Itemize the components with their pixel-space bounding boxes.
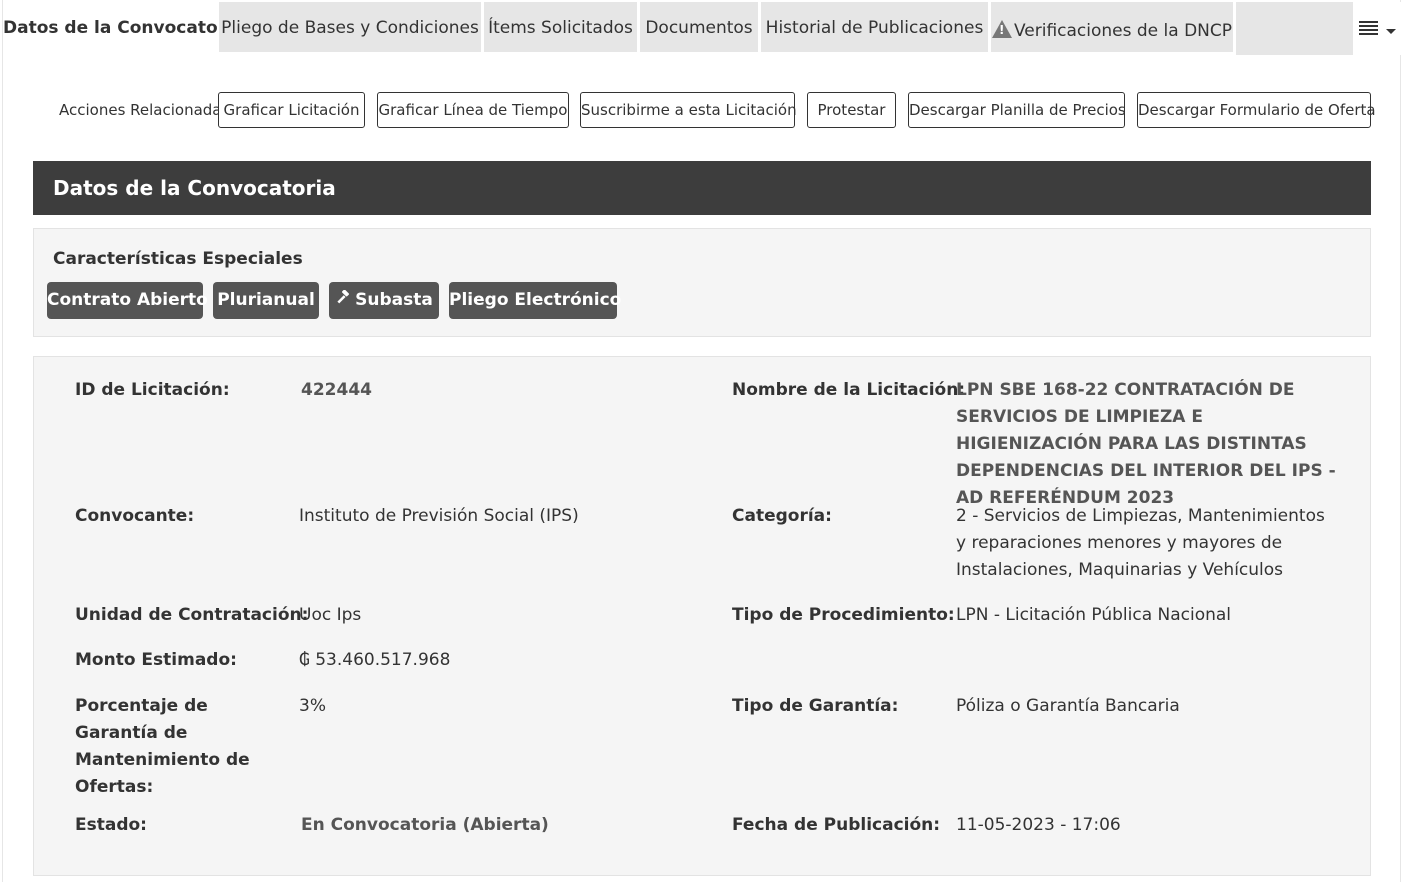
- caret-down-icon: [1386, 29, 1396, 34]
- convocante-value: Instituto de Previsión Social (IPS): [299, 506, 579, 526]
- convocante-label: Convocante:: [75, 506, 195, 526]
- categoria-label: Categoría:: [732, 506, 832, 526]
- tab-bar-fill: [1236, 2, 1353, 55]
- tab-pliego-bases[interactable]: Pliego de Bases y Condiciones: [219, 2, 481, 52]
- protestar-button[interactable]: Protestar: [807, 92, 896, 128]
- estado-label: Estado:: [75, 815, 147, 835]
- id-licitacion-label: ID de Licitación:: [75, 380, 230, 400]
- gavel-icon: [337, 290, 350, 304]
- tipo-procedimiento-value: LPN - Licitación Pública Nacional: [956, 605, 1232, 625]
- list-menu-icon: [1359, 21, 1378, 36]
- graficar-linea-tiempo-button[interactable]: Graficar Línea de Tiempo: [377, 92, 569, 128]
- badge-subasta: Subasta: [329, 282, 439, 319]
- unidad-contratacion-value: Uoc Ips: [299, 605, 362, 625]
- section-header: Datos de la Convocatoria: [33, 161, 1371, 215]
- badge-plurianual: Plurianual: [213, 282, 319, 319]
- list-menu-button[interactable]: [1353, 2, 1403, 55]
- graficar-licitacion-button[interactable]: Graficar Licitación: [218, 92, 365, 128]
- porcentaje-garantia-value: 3%: [299, 696, 326, 716]
- monto-estimado-label: Monto Estimado:: [75, 650, 237, 670]
- fecha-publicacion-value: 11-05-2023 - 17:06: [956, 815, 1121, 835]
- warning-icon: [991, 20, 1012, 38]
- tab-bar: Datos de la Convocatoria Pliego de Bases…: [3, 2, 1403, 55]
- badge-subasta-label: Subasta: [355, 290, 433, 310]
- fecha-publicacion-label: Fecha de Publicación:: [732, 815, 941, 835]
- descargar-formulario-oferta-button[interactable]: Descargar Formulario de Oferta: [1137, 92, 1376, 128]
- monto-estimado-value: ₲ 53.460.517.968: [299, 650, 451, 670]
- estado-value: En Convocatoria (Abierta): [301, 815, 549, 835]
- nombre-licitacion-label: Nombre de la Licitación:: [732, 380, 966, 400]
- tipo-procedimiento-label: Tipo de Procedimiento:: [732, 605, 955, 625]
- tab-documentos[interactable]: Documentos: [640, 2, 758, 52]
- porcentaje-garantia-label: Porcentaje de Garantía de Mantenimiento …: [75, 696, 250, 797]
- section-title: Datos de la Convocatoria: [53, 176, 336, 200]
- tab-verificaciones-label: Verificaciones de la DNCP: [1013, 21, 1233, 41]
- acciones-relacionadas-label: Acciones Relacionadas:: [59, 101, 235, 119]
- badge-contrato-abierto: Contrato Abierto: [47, 282, 208, 319]
- nombre-licitacion-value: LPN SBE 168-22 CONTRATACIÓN DE SERVICIOS…: [956, 380, 1336, 508]
- id-licitacion-value: 422444: [301, 380, 372, 400]
- badge-pliego-electronico: Pliego Electrónico: [449, 282, 621, 319]
- categoria-value: 2 - Servicios de Limpiezas, Mantenimient…: [956, 506, 1325, 580]
- tab-datos-convocatoria[interactable]: Datos de la Convocatoria: [3, 2, 243, 55]
- unidad-contratacion-label: Unidad de Contratación:: [75, 605, 309, 625]
- tab-historial-publicaciones[interactable]: Historial de Publicaciones: [761, 2, 988, 52]
- caracteristicas-panel: Características Especiales Contrato Abie…: [33, 228, 1371, 337]
- tipo-garantia-label: Tipo de Garantía:: [732, 696, 899, 716]
- tab-verificaciones-dncp[interactable]: Verificaciones de la DNCP: [991, 2, 1233, 52]
- tab-items-solicitados[interactable]: Ítems Solicitados: [484, 2, 637, 52]
- descargar-planilla-precios-button[interactable]: Descargar Planilla de Precios: [908, 92, 1126, 128]
- details-panel: ID de Licitación: 422444 Nombre de la Li…: [33, 356, 1371, 876]
- suscribirme-button[interactable]: Suscribirme a esta Licitación: [580, 92, 797, 128]
- tipo-garantia-value: Póliza o Garantía Bancaria: [956, 696, 1180, 716]
- caracteristicas-title: Características Especiales: [53, 249, 303, 269]
